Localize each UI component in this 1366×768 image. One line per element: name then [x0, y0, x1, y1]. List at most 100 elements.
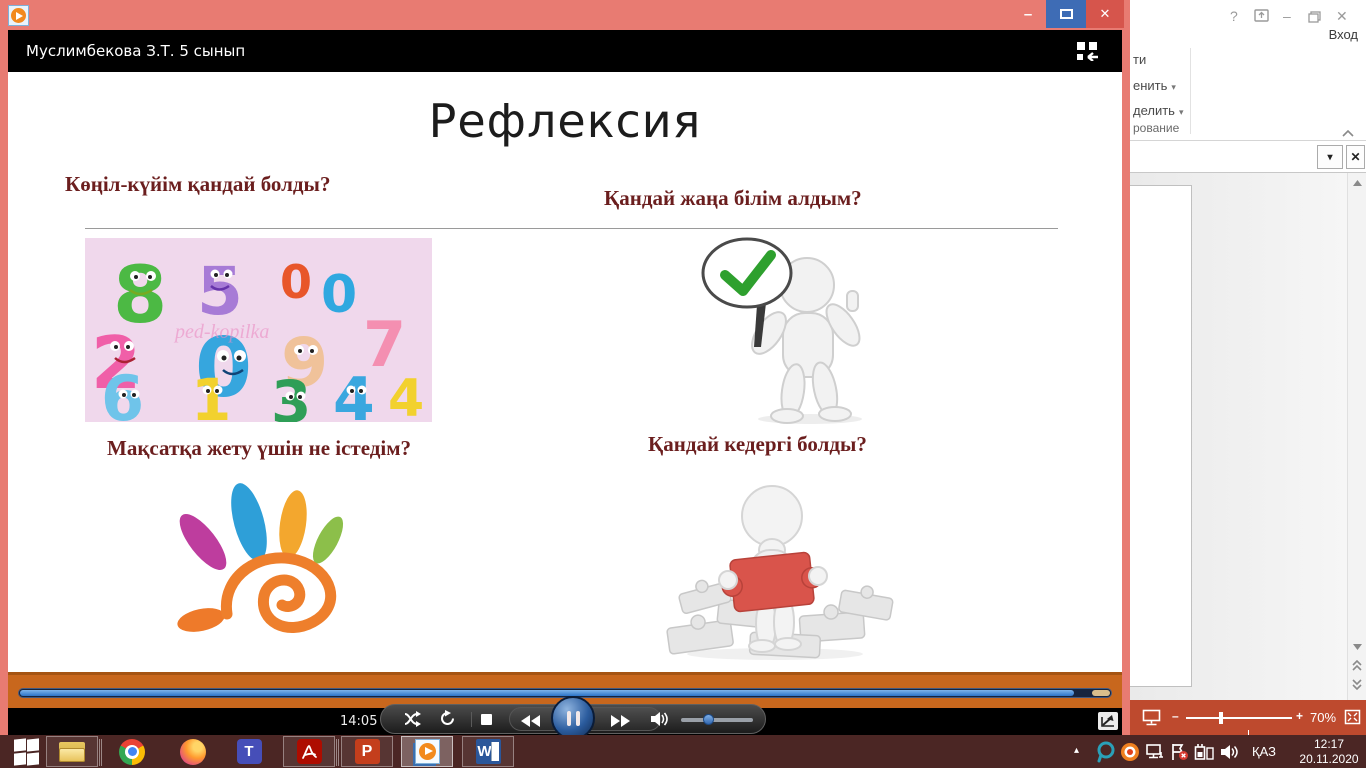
- zoom-in-button[interactable]: +: [1296, 709, 1303, 723]
- zoom-slider[interactable]: [1186, 712, 1292, 739]
- find-close-button[interactable]: ✕: [1346, 145, 1365, 169]
- zoom-slider-handle[interactable]: [1219, 712, 1223, 724]
- word-icon: W: [475, 739, 501, 764]
- fullscreen-button[interactable]: [1098, 712, 1118, 730]
- switch-view-icon[interactable]: [1076, 41, 1100, 65]
- taskbar: T P W ▴ ҚАЗ 12:17 20.11.2020: [0, 735, 1366, 768]
- taskbar-word[interactable]: W: [462, 736, 514, 767]
- slideshow-view-icon[interactable]: [1142, 709, 1161, 729]
- quadrant-heading-1: Көңіл-күйім қандай болды?: [65, 172, 331, 196]
- svg-text:4: 4: [333, 365, 375, 422]
- mute-button[interactable]: [651, 711, 669, 732]
- tray-alert-flag-icon[interactable]: [1170, 743, 1189, 766]
- taskbar-firefox[interactable]: [167, 736, 219, 767]
- find-dropdown-button[interactable]: ▾: [1317, 145, 1343, 169]
- seek-handle[interactable]: [1092, 690, 1110, 696]
- maximize-icon: [1059, 9, 1073, 19]
- tray-clock-date[interactable]: 20.11.2020: [1294, 752, 1364, 766]
- minimize-button[interactable]: –: [1010, 0, 1046, 28]
- svg-text:0: 0: [280, 255, 312, 309]
- pause-button[interactable]: [551, 696, 595, 740]
- hidden-icons-button[interactable]: ▴: [1074, 745, 1079, 756]
- scroll-up-icon[interactable]: [1349, 175, 1365, 191]
- presentation-title: Муслимбекова З.Т. 5 сынып: [26, 42, 246, 60]
- smiling-numbers-image: 8 5 0 0 2 0 9 7 6 1 3 4 4: [85, 238, 432, 422]
- start-button[interactable]: [0, 736, 52, 767]
- figure-with-puzzle-image: [666, 485, 894, 660]
- ribbon-group-fragment: рование: [1133, 121, 1180, 135]
- document-page: [1130, 185, 1192, 687]
- svg-text:0: 0: [321, 265, 357, 325]
- player-info-bar: Муслимбекова З.Т. 5 сынып: [8, 30, 1122, 72]
- language-indicator[interactable]: ҚАЗ: [1252, 744, 1276, 759]
- tray-audio-app-icon[interactable]: [1096, 741, 1116, 768]
- close-icon: ✕: [1099, 6, 1111, 21]
- powerpoint-window: ? – ✕ Вход ти енить ▾ делить ▾ рование ▾…: [1130, 0, 1366, 739]
- teams-icon: T: [236, 739, 262, 764]
- tray-record-icon[interactable]: [1120, 742, 1140, 767]
- control-pill: [380, 696, 766, 740]
- document-area: [1130, 173, 1366, 700]
- ribbon-options-icon[interactable]: [1254, 9, 1269, 25]
- tray-battery-icon[interactable]: [1194, 743, 1215, 765]
- ppt-minimize-icon[interactable]: –: [1283, 8, 1291, 24]
- powerpoint-icon: P: [354, 739, 380, 764]
- taskbar-file-explorer[interactable]: [46, 736, 102, 767]
- divider-line: [85, 228, 1058, 229]
- ribbon-find-fragment[interactable]: ти: [1133, 52, 1146, 67]
- ribbon-select-fragment[interactable]: делить ▾: [1133, 103, 1184, 118]
- taskbar-teams[interactable]: T: [223, 736, 275, 767]
- quadrant-heading-3: Мақсатқа жету үшін не істедім?: [107, 436, 412, 460]
- watermark-text: ped-kopilka: [173, 321, 269, 343]
- volume-knob[interactable]: [703, 714, 714, 725]
- maximize-button[interactable]: [1046, 0, 1086, 28]
- shuffle-button[interactable]: [403, 711, 421, 732]
- player-titlebar[interactable]: – ✕: [0, 0, 1130, 30]
- minimize-icon: –: [1023, 5, 1033, 23]
- zoom-level[interactable]: 70%: [1310, 710, 1336, 725]
- slide-title: Рефлексия: [428, 94, 702, 148]
- taskbar-acrobat[interactable]: [283, 736, 339, 767]
- ppt-restore-icon[interactable]: [1308, 10, 1321, 26]
- colorful-hand-spiral-image: [177, 483, 344, 633]
- slide-area: Рефлексия Көңіл-күйім қандай болды? Қанд…: [8, 72, 1122, 672]
- close-button[interactable]: ✕: [1086, 0, 1124, 28]
- acrobat-icon: [296, 739, 322, 764]
- ppt-close-icon[interactable]: ✕: [1336, 8, 1348, 25]
- help-icon[interactable]: ?: [1230, 8, 1238, 24]
- firefox-icon: [180, 738, 206, 765]
- chrome-icon: [119, 738, 145, 765]
- next-slide-icon[interactable]: [1349, 676, 1365, 692]
- zoom-out-button[interactable]: –: [1172, 709, 1179, 723]
- quadrant-heading-4: Қандай кедергі болды?: [648, 432, 867, 456]
- dropdown-icon: ▾: [1178, 107, 1184, 117]
- svg-text:5: 5: [197, 253, 243, 330]
- svg-text:1: 1: [191, 366, 231, 422]
- sign-in-link[interactable]: Вход: [1329, 27, 1358, 42]
- vertical-scrollbar[interactable]: [1347, 173, 1366, 700]
- seek-progress: [20, 690, 1074, 696]
- find-toolbar: ▾ ✕: [1130, 141, 1366, 173]
- rewind-button[interactable]: [521, 714, 541, 732]
- taskbar-powerpoint[interactable]: P: [341, 736, 393, 767]
- previous-slide-icon[interactable]: [1349, 657, 1365, 673]
- dropdown-icon: ▾: [1171, 82, 1176, 92]
- desktop-screen: – ✕ Муслимбекова З.Т. 5 сынып Рефлексия …: [0, 0, 1366, 768]
- fast-forward-button[interactable]: [611, 714, 631, 732]
- media-player-window: – ✕ Муслимбекова З.Т. 5 сынып Рефлексия …: [0, 0, 1130, 740]
- taskbar-chrome[interactable]: [106, 736, 158, 767]
- tray-volume-icon[interactable]: [1221, 744, 1240, 765]
- volume-slider[interactable]: [681, 714, 753, 725]
- ppt-status-bar: – + 70%: [1130, 700, 1366, 739]
- ribbon-replace-fragment[interactable]: енить ▾: [1133, 78, 1176, 93]
- tray-clock-time[interactable]: 12:17: [1300, 737, 1358, 751]
- quadrant-heading-2: Қандай жаңа білім алдым?: [604, 186, 862, 210]
- svg-text:4: 4: [388, 369, 424, 422]
- fit-to-window-icon[interactable]: [1344, 709, 1361, 728]
- taskbar-media-player[interactable]: [401, 736, 453, 767]
- scroll-down-icon[interactable]: [1349, 639, 1365, 655]
- player-app-icon: [8, 5, 29, 26]
- tray-network-icon[interactable]: [1146, 744, 1166, 765]
- repeat-button[interactable]: [439, 710, 456, 732]
- stop-button[interactable]: [481, 714, 492, 725]
